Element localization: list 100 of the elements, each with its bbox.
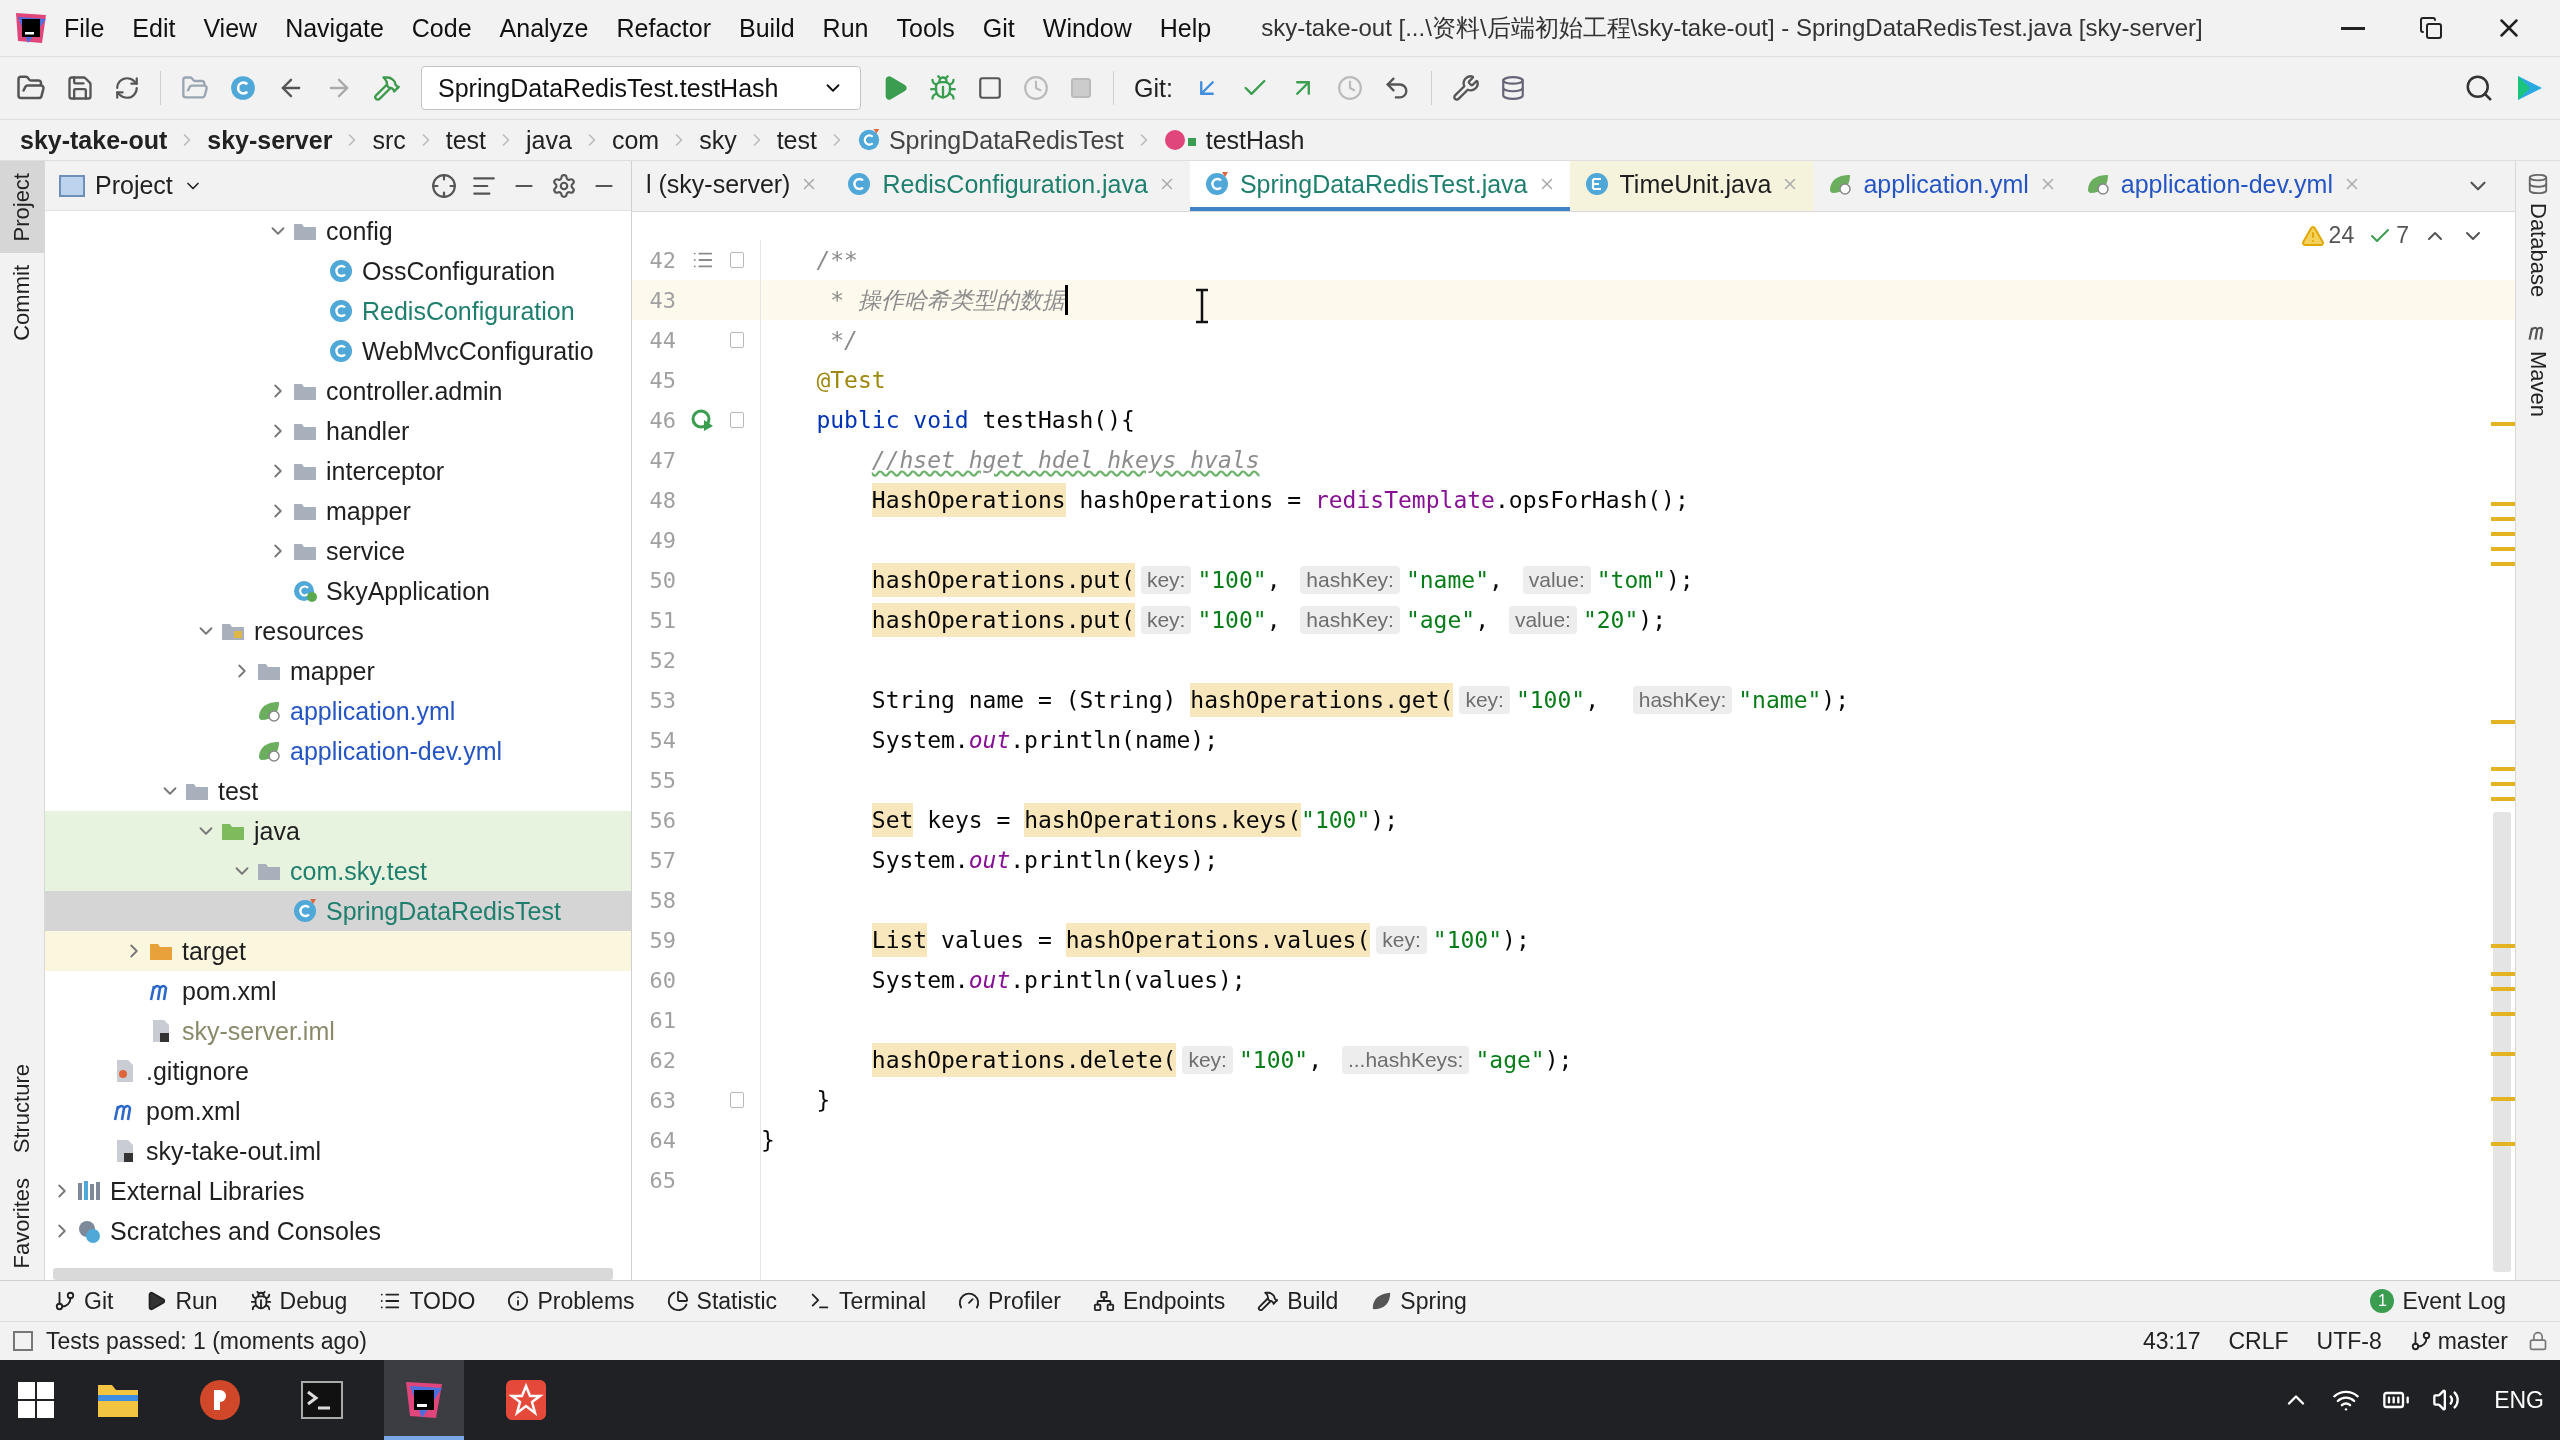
- tree-item[interactable]: pom.xml: [45, 971, 631, 1011]
- tree-item[interactable]: pom.xml: [45, 1091, 631, 1131]
- fold-marker[interactable]: [730, 332, 744, 348]
- breadcrumb-item[interactable]: java: [526, 125, 572, 155]
- git-branch[interactable]: master: [2401, 1327, 2516, 1355]
- breadcrumb-item[interactable]: com: [611, 125, 660, 155]
- fold-marker[interactable]: [730, 412, 744, 428]
- breadcrumb-item[interactable]: src: [372, 125, 406, 155]
- menu-item[interactable]: Navigate: [273, 7, 396, 49]
- tree-item[interactable]: sky-server.iml: [45, 1011, 631, 1051]
- breadcrumb-item[interactable]: SpringDataRedisTest: [856, 125, 1124, 155]
- tool-window-tab[interactable]: Database: [2516, 161, 2560, 310]
- editor-tab[interactable]: SpringDataRedisTest.java: [1189, 161, 1570, 211]
- line-separator[interactable]: CRLF: [2220, 1327, 2297, 1355]
- panel-toggle-icon[interactable]: [12, 1330, 34, 1352]
- tree-item[interactable]: application.yml: [45, 691, 631, 731]
- checks-indicator[interactable]: 7: [2368, 222, 2409, 249]
- editor-tab[interactable]: l (sky-server): [632, 161, 833, 211]
- fold-marker[interactable]: [730, 252, 744, 268]
- tree-item[interactable]: resources: [45, 611, 631, 651]
- star-app-icon[interactable]: [504, 1378, 548, 1422]
- event-log-button[interactable]: 1 Event Log: [2364, 1287, 2512, 1315]
- tree-item[interactable]: service: [45, 531, 631, 571]
- tool-window-tab[interactable]: Maven: [2516, 309, 2560, 430]
- breadcrumb-item[interactable]: sky-server: [207, 125, 333, 155]
- tree-item[interactable]: RedisConfiguration: [45, 291, 631, 331]
- menu-item[interactable]: View: [191, 7, 270, 49]
- bug-icon[interactable]: [929, 74, 957, 102]
- tree-item[interactable]: External Libraries: [45, 1171, 631, 1211]
- breadcrumb-item[interactable]: test: [445, 125, 486, 155]
- editor-tab[interactable]: TimeUnit.java: [1569, 161, 1814, 211]
- editor-tab[interactable]: RedisConfiguration.java: [832, 161, 1190, 211]
- tree-item[interactable]: application-dev.yml: [45, 731, 631, 771]
- lock-icon[interactable]: [2528, 1331, 2548, 1351]
- tree-item[interactable]: mapper: [45, 651, 631, 691]
- tool-window-button[interactable]: Spring: [1364, 1287, 1473, 1315]
- editor-tab[interactable]: application.yml: [1813, 161, 2071, 211]
- menu-item[interactable]: Analyze: [487, 7, 601, 49]
- menu-item[interactable]: Run: [810, 7, 881, 49]
- presentation-app-icon[interactable]: [198, 1378, 242, 1422]
- tree-item[interactable]: com.sky.test: [45, 851, 631, 891]
- menu-item[interactable]: Edit: [120, 7, 188, 49]
- breadcrumb-item[interactable]: test: [776, 125, 817, 155]
- locate-icon[interactable]: [431, 172, 457, 199]
- tool-window-tab[interactable]: Project: [0, 161, 44, 254]
- tool-window-button[interactable]: Build: [1251, 1287, 1345, 1315]
- tree-item[interactable]: Scratches and Consoles: [45, 1211, 631, 1251]
- breadcrumb-item[interactable]: sky: [699, 125, 737, 155]
- tool-window-button[interactable]: Terminal: [803, 1287, 932, 1315]
- scrollbar[interactable]: [53, 1268, 613, 1280]
- run-configuration-dropdown[interactable]: SpringDataRedisTest.testHash: [421, 66, 861, 110]
- warnings-indicator[interactable]: 24: [2300, 222, 2355, 249]
- tool-window-button[interactable]: Git: [48, 1287, 120, 1315]
- breadcrumb-item[interactable]: testHash: [1163, 125, 1305, 155]
- file-encoding[interactable]: UTF-8: [2308, 1327, 2390, 1355]
- settings-icon[interactable]: [551, 172, 577, 199]
- tool-window-button[interactable]: Run: [139, 1287, 224, 1315]
- start-icon[interactable]: [16, 1380, 56, 1420]
- menu-item[interactable]: Refactor: [604, 7, 723, 49]
- menu-item[interactable]: Build: [727, 7, 807, 49]
- menu-item[interactable]: Git: [970, 7, 1027, 49]
- tree-item[interactable]: interceptor: [45, 451, 631, 491]
- tree-item[interactable]: OssConfiguration: [45, 251, 631, 291]
- input-language[interactable]: ENG: [2494, 1386, 2544, 1414]
- tree-item[interactable]: .gitignore: [45, 1051, 631, 1091]
- tool-window-button[interactable]: Profiler: [952, 1287, 1067, 1315]
- tree-item[interactable]: config: [45, 211, 631, 251]
- hammer-icon[interactable]: [373, 74, 401, 102]
- tree-item[interactable]: handler: [45, 411, 631, 451]
- tree-item[interactable]: WebMvcConfiguratio: [45, 331, 631, 371]
- menu-item[interactable]: Help: [1147, 7, 1224, 49]
- tree-item[interactable]: controller.admin: [45, 371, 631, 411]
- database-icon[interactable]: [1499, 75, 1526, 101]
- tool-window-tab[interactable]: Structure: [0, 1052, 44, 1166]
- menu-item[interactable]: Tools: [884, 7, 967, 49]
- tool-window-button[interactable]: TODO: [373, 1287, 482, 1315]
- breadcrumb-item[interactable]: sky-take-out: [20, 125, 168, 155]
- tree-item[interactable]: sky-take-out.iml: [45, 1131, 631, 1171]
- tool-window-button[interactable]: Problems: [501, 1287, 641, 1315]
- scrollbar[interactable]: [2493, 812, 2511, 1272]
- tool-window-button[interactable]: Statistic: [660, 1287, 784, 1315]
- menu-item[interactable]: Code: [399, 7, 484, 49]
- caret-position[interactable]: 43:17: [2134, 1327, 2209, 1355]
- tree-item[interactable]: target: [45, 931, 631, 971]
- fold-marker[interactable]: [730, 1092, 744, 1108]
- terminal-app-icon[interactable]: [300, 1380, 344, 1420]
- tool-window-button[interactable]: Endpoints: [1086, 1287, 1232, 1315]
- tool-window-button[interactable]: Debug: [243, 1287, 354, 1315]
- menu-item[interactable]: Window: [1030, 7, 1144, 49]
- tool-window-tab[interactable]: Favorites: [0, 1165, 44, 1280]
- refresh-icon[interactable]: [114, 75, 140, 101]
- tree-item[interactable]: SkyApplication: [45, 571, 631, 611]
- tree-item[interactable]: java: [45, 811, 631, 851]
- wrench-icon[interactable]: [1451, 74, 1480, 102]
- tree-item[interactable]: mapper: [45, 491, 631, 531]
- search-icon[interactable]: [2464, 73, 2494, 103]
- project-view-dropdown[interactable]: Project: [59, 171, 203, 200]
- tree-item[interactable]: test: [45, 771, 631, 811]
- run-test-icon[interactable]: [691, 408, 715, 432]
- menu-item[interactable]: File: [52, 7, 117, 49]
